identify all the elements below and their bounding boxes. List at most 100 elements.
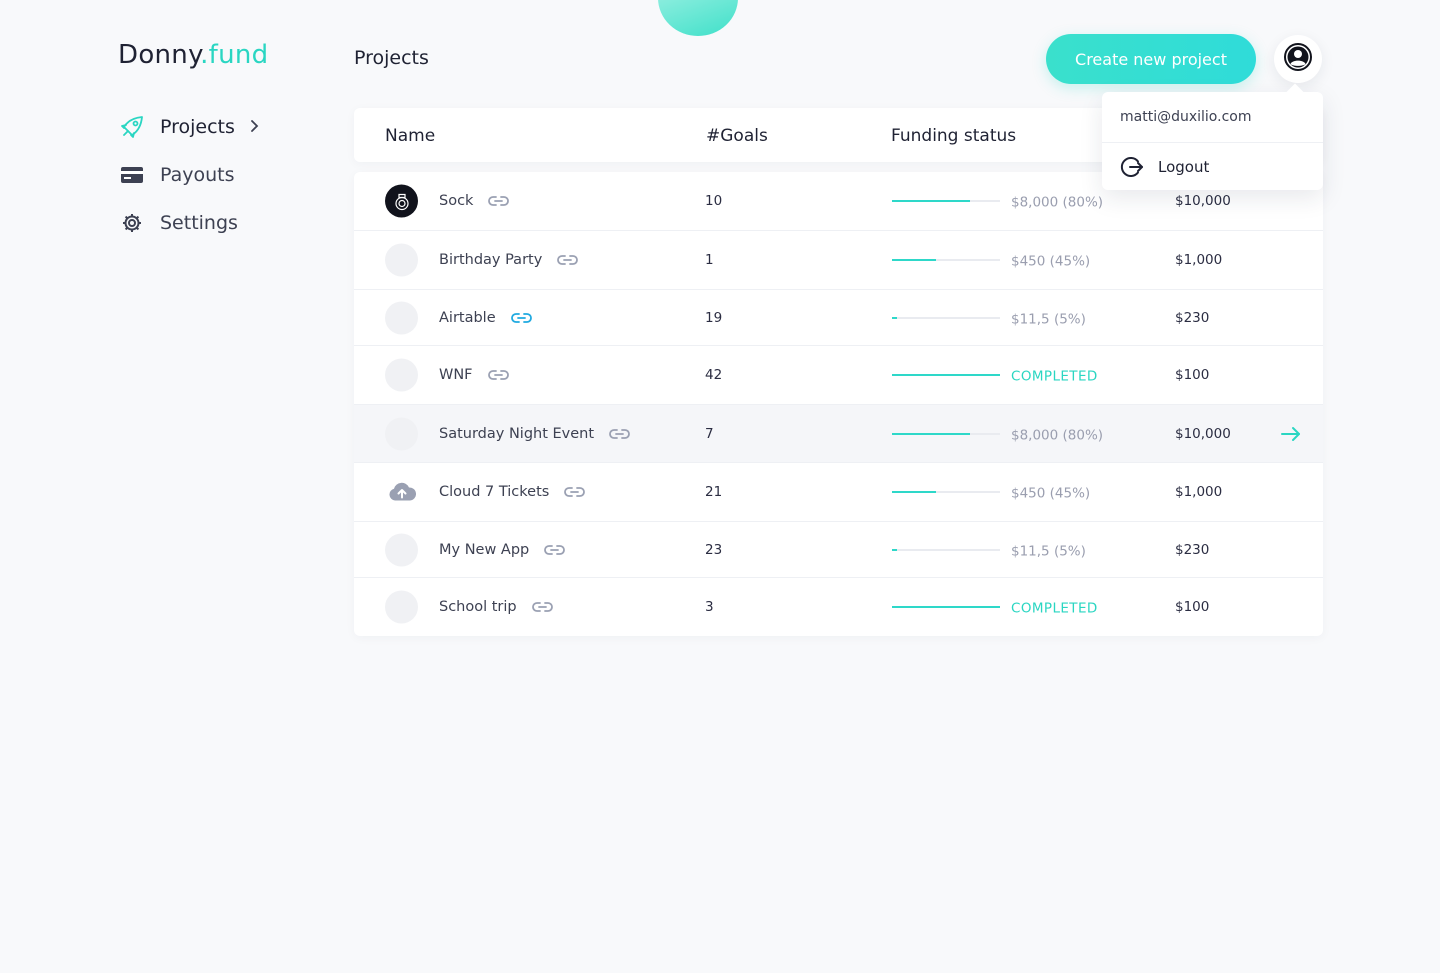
link-icon[interactable] <box>487 369 509 381</box>
funding-progress-bar <box>892 548 1000 551</box>
funding-progress-fill <box>892 374 1000 376</box>
user-email: matti@duxilio.com <box>1102 92 1323 143</box>
funding-progress-bar <box>892 316 1000 319</box>
brand-name: Donny <box>118 40 201 70</box>
sidebar-item-projects[interactable]: Projects <box>116 103 296 151</box>
table-row[interactable]: WNF 42 COMPLETED $100 <box>354 346 1323 405</box>
projects-table: Sock 10 $8,000 (80%) $10,000 Birthday Party 1… <box>354 172 1323 636</box>
create-project-button[interactable]: Create new project <box>1046 34 1256 84</box>
funding-status: $450 (45%) <box>1011 485 1091 502</box>
project-name[interactable]: WNF <box>439 367 473 383</box>
funding-status: $450 (45%) <box>1011 253 1091 270</box>
project-name[interactable]: Airtable <box>439 310 496 326</box>
table-row[interactable]: My New App 23 $11,5 (5%) $230 <box>354 522 1323 578</box>
chevron-right-icon <box>249 117 259 138</box>
funding-status: COMPLETED <box>1011 368 1098 385</box>
column-header-name[interactable]: Name <box>385 126 435 146</box>
goals-count: 23 <box>705 541 723 558</box>
link-icon[interactable] <box>557 254 579 266</box>
table-row[interactable]: Cloud 7 Tickets 21 $450 (45%) $1,000 <box>354 463 1323 522</box>
link-icon[interactable] <box>510 312 532 324</box>
logout-icon <box>1120 155 1144 179</box>
funding-status: $8,000 (80%) <box>1011 194 1104 211</box>
column-header-goals[interactable]: #Goals <box>706 126 768 146</box>
project-name-cell: Airtable <box>439 310 532 326</box>
project-avatar <box>385 358 418 392</box>
project-name-cell: School trip <box>439 599 553 615</box>
project-name-cell: Cloud 7 Tickets <box>439 484 586 500</box>
funding-progress-bar <box>892 491 1000 493</box>
funding-progress-fill <box>892 491 936 493</box>
project-name[interactable]: Sock <box>439 193 473 209</box>
sidebar-nav: Projects Payouts Settings <box>116 103 296 247</box>
table-row[interactable]: Saturday Night Event 7 $8,000 (80%) $10,000 <box>354 405 1323 463</box>
goal-amount: $10,000 <box>1175 425 1231 442</box>
goals-count: 7 <box>705 425 714 442</box>
funding-progress-bar <box>892 606 1000 608</box>
link-icon[interactable] <box>488 195 510 207</box>
sidebar-item-label: Settings <box>160 212 238 234</box>
column-header-funding[interactable]: Funding status <box>891 126 1016 146</box>
brand-suffix: .fund <box>200 40 269 70</box>
table-row[interactable]: School trip 3 COMPLETED $100 <box>354 578 1323 636</box>
project-avatar <box>385 301 418 334</box>
arrow-right-icon[interactable] <box>1280 426 1302 442</box>
user-menu-dropdown: matti@duxilio.com Logout <box>1102 92 1323 190</box>
goals-count: 10 <box>705 193 723 209</box>
link-icon[interactable] <box>564 486 586 498</box>
project-name-cell: WNF <box>439 367 509 383</box>
project-name-cell: Sock <box>439 193 510 209</box>
goal-amount: $230 <box>1175 541 1210 558</box>
goal-amount: $1,000 <box>1175 484 1223 500</box>
project-name-cell: Saturday Night Event <box>439 426 630 442</box>
project-name-cell: Birthday Party <box>439 252 579 268</box>
goals-count: 3 <box>705 599 714 615</box>
project-avatar <box>385 533 418 566</box>
link-icon[interactable] <box>531 601 553 613</box>
logout-menu-item[interactable]: Logout <box>1102 143 1323 190</box>
funding-status: $11,5 (5%) <box>1011 543 1086 560</box>
user-avatar-button[interactable] <box>1274 35 1322 83</box>
funding-progress-fill <box>892 316 897 319</box>
goals-count: 21 <box>705 484 723 500</box>
project-name[interactable]: School trip <box>439 599 517 615</box>
table-row[interactable]: Birthday Party 1 $450 (45%) $1,000 <box>354 231 1323 290</box>
goal-amount: $10,000 <box>1175 193 1231 209</box>
sidebar-item-label: Projects <box>160 116 235 138</box>
link-icon[interactable] <box>609 428 630 440</box>
project-name[interactable]: Saturday Night Event <box>439 426 594 442</box>
goal-amount: $230 <box>1175 309 1210 326</box>
project-name[interactable]: My New App <box>439 542 529 558</box>
sidebar-item-payouts[interactable]: Payouts <box>116 151 296 199</box>
project-name[interactable]: Birthday Party <box>439 252 542 268</box>
user-avatar-icon <box>1283 42 1313 76</box>
sidebar-item-label: Payouts <box>160 164 235 186</box>
page-title: Projects <box>354 47 429 69</box>
funding-progress-bar <box>892 200 1000 202</box>
funding-progress-fill <box>892 200 970 202</box>
brand-logo[interactable]: Donny.fund <box>118 40 268 70</box>
project-avatar <box>385 417 418 450</box>
funding-progress-bar <box>892 432 1000 435</box>
funding-progress-bar <box>892 259 1000 261</box>
table-row[interactable]: Airtable 19 $11,5 (5%) $230 <box>354 290 1323 346</box>
funding-progress-fill <box>892 606 1000 608</box>
link-icon[interactable] <box>544 544 566 556</box>
card-icon <box>116 159 148 191</box>
funding-status: COMPLETED <box>1011 600 1098 617</box>
goal-amount: $1,000 <box>1175 252 1223 268</box>
project-avatar <box>385 243 418 277</box>
funding-progress-fill <box>892 259 936 261</box>
funding-status: $8,000 (80%) <box>1011 427 1104 444</box>
rocket-icon <box>116 111 148 143</box>
funding-progress-fill <box>892 432 970 435</box>
project-avatar <box>385 590 418 624</box>
logout-label: Logout <box>1158 157 1210 176</box>
goal-amount: $100 <box>1175 367 1210 383</box>
funding-status: $11,5 (5%) <box>1011 311 1086 328</box>
sidebar-item-settings[interactable]: Settings <box>116 199 296 247</box>
cloud-upload-icon <box>385 476 418 509</box>
project-name[interactable]: Cloud 7 Tickets <box>439 484 549 500</box>
funding-progress-fill <box>892 548 897 551</box>
goals-count: 42 <box>705 367 723 383</box>
